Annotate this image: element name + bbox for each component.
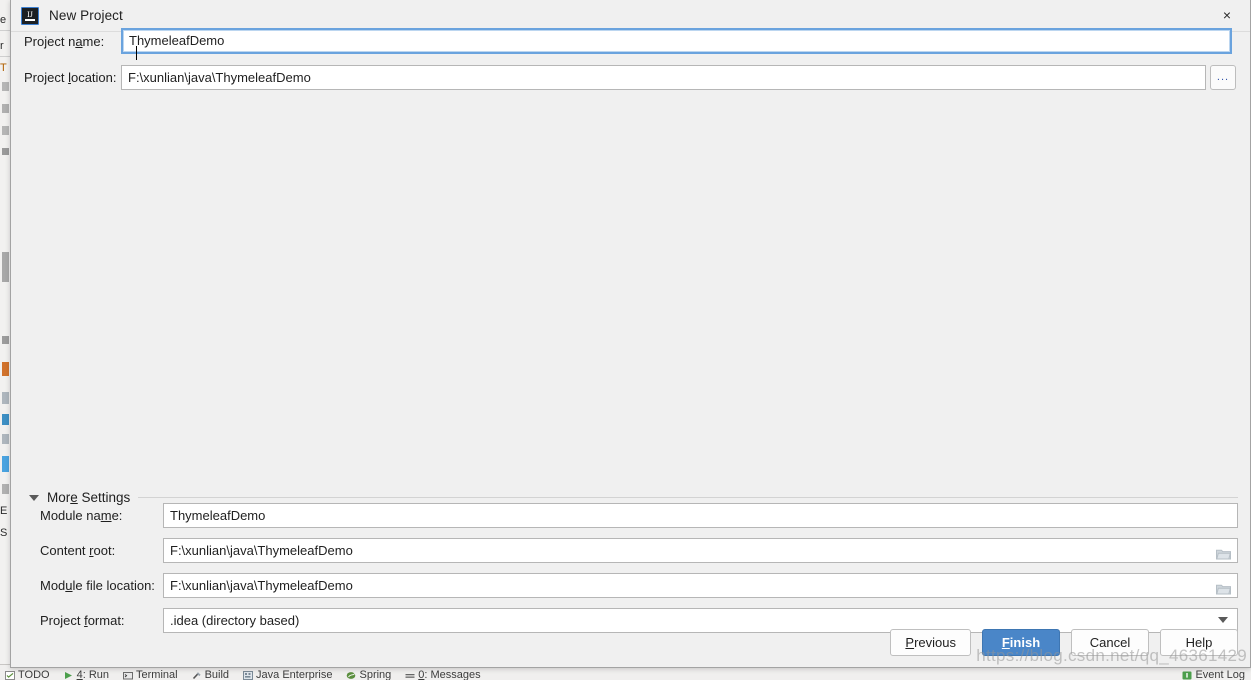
finish-button[interactable]: Finish [982,629,1060,656]
ij-underline [25,19,35,21]
module-file-location-value: F:\xunlian\java\ThymeleafDemo [170,577,353,593]
new-project-dialog: IJ New Project × Project name: Thymeleaf… [10,0,1251,668]
project-name-input[interactable]: ThymeleafDemo [121,28,1232,54]
gutter-marker [2,148,9,155]
browse-project-location-button[interactable]: ... [1210,64,1236,90]
build-icon [192,670,202,680]
ide-fragment-r: r [0,40,4,52]
gutter-marker-warning [2,362,9,376]
ide-divider [0,56,10,57]
content-root-input[interactable]: F:\xunlian\java\ThymeleafDemo [163,537,1238,563]
status-label: Java Enterprise [256,668,333,680]
status-build[interactable]: Build [187,668,238,680]
messages-icon [405,670,415,679]
ide-fragment-E: E [0,505,8,517]
status-label: 4: Run [76,668,109,680]
status-label: 0: Messages [418,668,481,680]
chevron-down-icon[interactable] [1218,617,1228,623]
status-label: Build [204,668,230,680]
dialog-button-row: Previous Finish Cancel Help [890,629,1238,656]
java-enterprise-icon [243,670,254,680]
gutter-marker [2,336,9,344]
close-icon[interactable]: × [1204,0,1250,30]
previous-button[interactable]: Previous [890,629,971,656]
status-spring[interactable]: Spring [341,668,400,680]
gutter-marker [2,126,9,135]
content-root-value: F:\xunlian\java\ThymeleafDemo [170,542,353,558]
project-location-label: Project location: [24,69,117,85]
chevron-down-icon[interactable] [29,494,39,501]
ide-fragment-e: e [0,14,7,26]
gutter-marker [2,484,9,494]
ide-divider [0,30,10,31]
status-java-enterprise[interactable]: Java Enterprise [238,668,341,680]
ide-fragment-t: T [0,62,7,74]
content-root-label: Content root: [40,542,116,558]
project-name-label: Project name: [24,33,105,49]
folder-icon[interactable] [1216,544,1231,560]
project-name-value: ThymeleafDemo [129,33,225,48]
project-location-input[interactable]: F:\xunlian\java\ThymeleafDemo [121,64,1206,90]
terminal-icon [123,670,133,680]
gutter-marker-info [2,414,9,425]
spring-icon [346,670,356,679]
folder-icon[interactable] [1216,579,1231,595]
project-format-label: Project format: [40,612,125,628]
module-name-value: ThymeleafDemo [170,507,266,523]
ij-monogram: IJ [27,9,33,19]
gutter-marker-selected [2,456,9,472]
more-settings-label: More Settings [47,490,131,505]
module-name-input[interactable]: ThymeleafDemo [163,502,1238,528]
help-button[interactable]: Help [1160,629,1238,656]
project-location-value: F:\xunlian\java\ThymeleafDemo [128,69,311,85]
gutter-marker [2,82,9,91]
cancel-button[interactable]: Cancel [1071,629,1149,656]
dialog-title: New Project [49,8,123,23]
status-messages[interactable]: 0: Messages [400,668,489,680]
status-label: Event Log [1195,668,1245,680]
gutter-marker [2,434,9,444]
module-file-location-label: Module file location: [40,577,155,593]
intellij-idea-icon: IJ [21,6,39,25]
text-caret [136,46,137,60]
module-file-location-input[interactable]: F:\xunlian\java\ThymeleafDemo [163,572,1238,598]
gutter-marker [2,252,9,282]
ide-fragment-S: S [0,527,8,539]
module-name-label: Module name: [40,507,123,523]
status-todo[interactable]: TODO [0,668,59,680]
status-terminal[interactable]: Terminal [118,668,187,680]
dialog-body: Project name: ThymeleafDemo Project loca… [11,28,1250,668]
section-divider [138,497,1238,498]
status-label: Terminal [136,668,178,680]
gutter-marker [2,104,9,113]
checklist-icon [5,670,15,680]
status-label: TODO [18,668,50,680]
screen: e r T E S TODO 4: Run Terminal Build Jav… [0,0,1251,680]
event-log-icon [1182,670,1192,680]
project-format-value: .idea (directory based) [170,612,300,628]
status-event-log[interactable]: Event Log [1177,668,1251,680]
run-icon [64,670,74,679]
gutter-marker [2,392,9,404]
status-label: Spring [359,668,392,680]
status-run[interactable]: 4: Run [59,668,118,680]
